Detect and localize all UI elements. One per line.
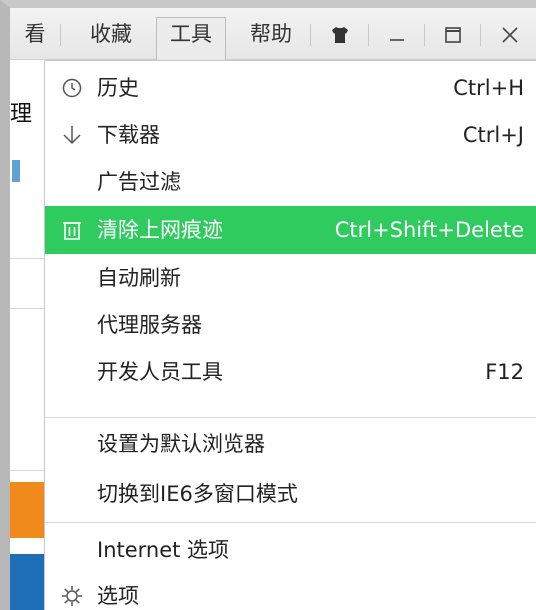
menu-item-label: 选项 xyxy=(97,584,139,608)
gear-icon xyxy=(62,586,82,606)
browser-window: 理 看 收藏 工具 帮助 历史 Ctrl+H 下载器 Ctrl+J 广告过滤 清… xyxy=(0,0,536,610)
menu-bar: 看 收藏 工具 帮助 xyxy=(10,8,536,61)
download-arrow-icon xyxy=(63,126,81,145)
menu-item-label: 广告过滤 xyxy=(97,170,181,194)
clock-icon xyxy=(62,78,82,98)
menu-help[interactable]: 帮助 xyxy=(236,18,306,50)
menu-item-shortcut: F12 xyxy=(485,360,524,384)
background-divider xyxy=(10,470,44,471)
menu-item-proxy-server[interactable]: 代理服务器 xyxy=(45,302,536,348)
close-icon xyxy=(502,27,518,43)
menu-tools[interactable]: 工具 xyxy=(156,17,226,61)
menu-item-clear-history[interactable]: 清除上网痕迹 Ctrl+Shift+Delete xyxy=(45,206,536,254)
background-text: 理 xyxy=(10,102,33,127)
menu-item-developer-tools[interactable]: 开发人员工具 F12 xyxy=(45,349,536,395)
menu-view[interactable]: 看 xyxy=(18,18,52,50)
minimize-icon xyxy=(390,39,404,41)
close-button[interactable] xyxy=(485,18,535,52)
background-blue-banner xyxy=(10,554,44,610)
menu-item-label: 切换到IE6多窗口模式 xyxy=(97,482,298,506)
menu-separator xyxy=(45,417,536,418)
menu-favorites[interactable]: 收藏 xyxy=(76,18,146,50)
background-divider xyxy=(10,258,44,259)
menu-item-switch-ie6-mode[interactable]: 切换到IE6多窗口模式 xyxy=(45,471,536,517)
window-button-separator xyxy=(480,24,481,46)
menu-separator xyxy=(45,522,536,523)
menu-item-auto-refresh[interactable]: 自动刷新 xyxy=(45,255,536,301)
shirt-icon xyxy=(332,27,348,43)
trash-icon xyxy=(63,222,81,240)
menu-item-internet-options[interactable]: Internet 选项 xyxy=(45,527,536,573)
menu-item-label: 设置为默认浏览器 xyxy=(97,432,265,456)
menu-item-label: 历史 xyxy=(97,76,139,100)
menu-item-downloader[interactable]: 下载器 Ctrl+J xyxy=(45,112,536,158)
menu-item-label: 清除上网痕迹 xyxy=(97,218,223,242)
window-button-separator xyxy=(368,24,369,46)
menu-item-shortcut: Ctrl+J xyxy=(462,123,524,147)
maximize-button[interactable] xyxy=(428,18,478,52)
background-divider xyxy=(10,308,44,309)
menu-item-label: 代理服务器 xyxy=(97,313,202,337)
menu-separator xyxy=(60,24,61,46)
menu-item-shortcut: Ctrl+H xyxy=(453,76,524,100)
minimize-button[interactable] xyxy=(372,18,422,52)
menu-item-shortcut: Ctrl+Shift+Delete xyxy=(334,218,524,242)
menu-item-label: 自动刷新 xyxy=(97,266,181,290)
skin-button[interactable] xyxy=(315,18,365,52)
menu-item-label: 开发人员工具 xyxy=(97,360,223,384)
menu-item-label: 下载器 xyxy=(97,123,160,147)
tools-dropdown-menu: 历史 Ctrl+H 下载器 Ctrl+J 广告过滤 清除上网痕迹 Ctrl+Sh… xyxy=(44,60,536,610)
menu-item-history[interactable]: 历史 Ctrl+H xyxy=(45,65,536,111)
menu-item-options[interactable]: 选项 xyxy=(45,573,536,610)
menu-item-set-default-browser[interactable]: 设置为默认浏览器 xyxy=(45,421,536,467)
menu-item-label: Internet 选项 xyxy=(97,538,230,562)
window-button-separator xyxy=(424,24,425,46)
background-icon-stub xyxy=(12,160,20,182)
maximize-icon xyxy=(445,27,461,43)
menu-item-ad-filter[interactable]: 广告过滤 xyxy=(45,159,536,205)
background-orange-banner xyxy=(10,482,44,538)
menu-separator xyxy=(310,24,311,46)
